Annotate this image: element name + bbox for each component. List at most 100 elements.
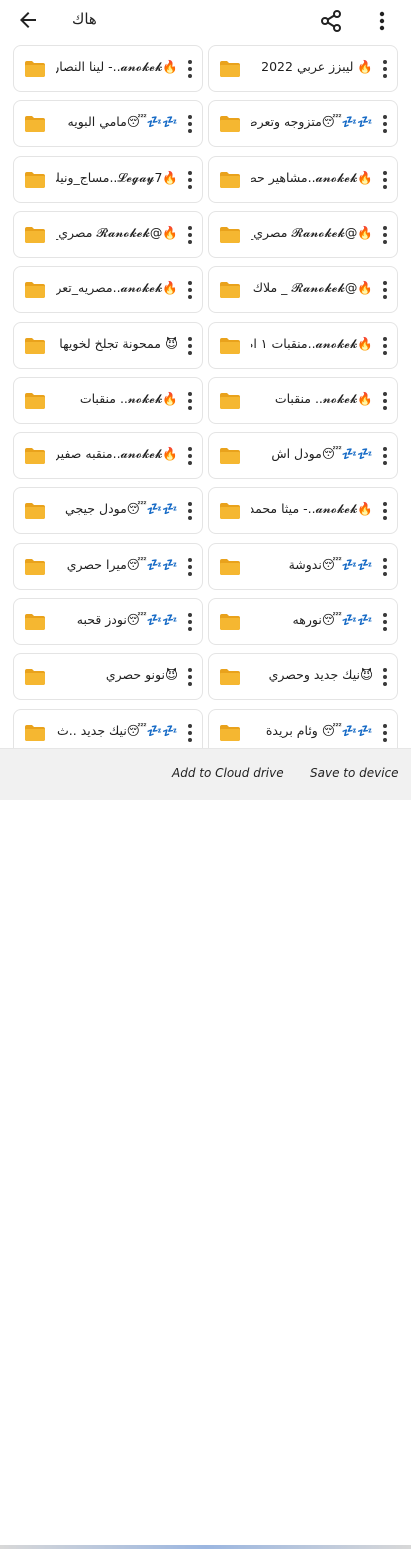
folder-more-options-icon[interactable]	[182, 554, 198, 580]
dot	[383, 668, 387, 673]
dot	[383, 682, 387, 687]
folder-more-options-icon[interactable]	[182, 664, 198, 690]
folder-icon	[220, 669, 240, 686]
folder-icon	[220, 558, 240, 575]
dot	[383, 447, 387, 452]
folder-icon	[25, 337, 45, 354]
dot	[383, 502, 387, 507]
folder-icon	[220, 116, 240, 133]
folder-item[interactable]: 😈نيك جديد وحصري	[208, 653, 398, 701]
folder-item[interactable]: 🔥𝓪𝓷𝓸𝓴𝓮𝓴..مشاهير حص	[208, 155, 398, 203]
dot	[188, 391, 192, 396]
folder-more-options-icon[interactable]	[377, 388, 393, 414]
folder-more-options-icon[interactable]	[377, 720, 393, 746]
folder-item[interactable]: 💤💤😴مودل جيجي	[13, 487, 203, 535]
folder-item[interactable]: 🔥𝓪𝓷𝓸𝓴𝓮𝓴..منقبات ١ ام	[208, 321, 398, 369]
folder-more-options-icon[interactable]	[182, 167, 198, 193]
dot	[383, 509, 387, 514]
folder-grid: 🔥 ليبزز عربي 2022 🔥𝓪𝓷𝓸𝓴𝓮𝓴..- لينا النصار 💤…	[0, 42, 411, 748]
folder-item[interactable]: 💤💤😴نودز قحبه	[13, 598, 203, 645]
folder-more-options-icon[interactable]	[182, 498, 198, 524]
folder-more-options-icon[interactable]	[377, 333, 393, 359]
folder-more-options-icon[interactable]	[182, 609, 198, 635]
folder-more-options-icon[interactable]	[377, 609, 393, 635]
folder-item[interactable]: 🔥𝓛𝓮𝓰𝓪𝔂7..مساج_ونيك	[13, 155, 203, 203]
folder-item[interactable]: 💤💤😴ندوشة	[208, 542, 398, 590]
folder-item[interactable]: 😈نونو حصري	[13, 653, 203, 701]
folder-more-options-icon[interactable]	[377, 443, 393, 469]
folder-icon	[25, 61, 45, 77]
folder-item[interactable]: 💤💤😴متزوجه وتعرض	[208, 100, 398, 148]
folder-more-options-icon[interactable]	[377, 498, 393, 524]
dot	[383, 461, 387, 466]
dot	[188, 675, 192, 680]
folder-icon	[220, 171, 240, 188]
folder-item[interactable]: 🔥@𝓡𝓪𝓷𝓸𝓴𝓮𝓴 مصري_٣	[208, 210, 398, 258]
folder-more-options-icon[interactable]	[377, 167, 393, 193]
folder-label: 🔥𝓛𝓮𝓰𝓪𝔂7..مساج_ونيك	[56, 169, 178, 185]
dot	[383, 675, 387, 680]
dot	[383, 627, 387, 631]
dot	[383, 620, 387, 624]
folder-item[interactable]: 💤💤😴مامي البويه	[13, 100, 203, 148]
folder-more-options-icon[interactable]	[182, 333, 198, 359]
folder-item[interactable]: 💤💤😴نيك جديد ..ث	[13, 708, 203, 748]
folder-item[interactable]: 😈 ممحونة تجلخ لخويها	[13, 321, 203, 369]
folder-item[interactable]: 🔥 ليبزز عربي 2022	[208, 45, 398, 92]
folder-item[interactable]: 🔥𝓪𝓷𝓸𝓴𝓮𝓴..مصريه_تعر	[13, 266, 203, 314]
folder-item[interactable]: 💤💤😴نورهه	[208, 598, 398, 645]
folder-item[interactable]: 💤💤😴 وئام بريدة	[208, 708, 398, 748]
folder-more-options-icon[interactable]	[182, 222, 198, 248]
folder-more-options-icon[interactable]	[377, 56, 393, 82]
folder-label: 🔥 ليبزز عربي 2022	[261, 59, 373, 74]
folder-label: 🔥𝓪𝓷𝓸𝓴𝓮𝓴..منقبه صفيره	[56, 446, 178, 462]
folder-label: 💤💤😴متزوجه وتعرض	[251, 114, 373, 130]
folder-item[interactable]: 🔥𝓪𝓷𝓸𝓴𝓮𝓴..منقبه صفيره	[13, 432, 203, 480]
share-icon	[321, 10, 341, 32]
dot	[188, 502, 192, 507]
folder-item[interactable]: 🔥@𝓡𝓪𝓷𝓸𝓴𝓮𝓴 مصري_٢	[13, 210, 203, 258]
folder-more-options-icon[interactable]	[182, 56, 198, 82]
back-arrow-icon	[20, 12, 36, 28]
folder-more-options-icon[interactable]	[377, 664, 393, 690]
folder-item[interactable]: 🔥𝓪𝓷𝓸𝓴𝓮𝓴..- لينا النصار	[13, 45, 203, 92]
folder-label: 💤💤😴نيك جديد ..ث	[57, 722, 178, 738]
folder-item[interactable]: 💤💤😴مودل اش	[208, 432, 398, 480]
dot	[383, 737, 387, 742]
folder-more-options-icon[interactable]	[377, 277, 393, 303]
dot	[188, 737, 192, 742]
folder-icon	[25, 503, 45, 520]
folder-more-options-icon[interactable]	[182, 720, 198, 746]
folder-more-options-icon[interactable]	[377, 111, 393, 137]
dot	[188, 405, 192, 410]
dot	[188, 564, 192, 569]
dot	[383, 170, 387, 175]
share-button[interactable]	[316, 6, 346, 36]
dot	[188, 447, 192, 452]
dot	[188, 682, 192, 687]
folder-more-options-icon[interactable]	[182, 388, 198, 414]
dot	[188, 516, 192, 521]
bottom-edge	[0, 1545, 411, 1549]
folder-item[interactable]: 🔥𝓷𝓸𝓴𝓮𝓴.. منقبات	[208, 376, 398, 424]
dot	[188, 122, 192, 127]
folder-more-options-icon[interactable]	[182, 443, 198, 469]
dot	[188, 225, 192, 230]
folder-icon	[25, 614, 45, 630]
more-options-button[interactable]	[370, 6, 394, 36]
folder-item[interactable]: 💤💤😴ميرا حصري	[13, 542, 203, 590]
dot	[188, 627, 192, 631]
folder-more-options-icon[interactable]	[182, 277, 198, 303]
folder-item[interactable]: 🔥@𝓡𝓪𝓷𝓸𝓴𝓮𝓴 _ ملاك	[208, 266, 398, 314]
back-button[interactable]	[12, 6, 44, 34]
folder-more-options-icon[interactable]	[377, 554, 393, 580]
add-to-cloud-drive-button[interactable]: Add to Cloud drive	[172, 766, 284, 780]
folder-item[interactable]: 🔥𝓪𝓷𝓸𝓴𝓮𝓴..- ميثا محمد	[208, 487, 398, 535]
folder-item[interactable]: 🔥𝓷𝓸𝓴𝓮𝓴.. منقبات	[13, 376, 203, 424]
dot	[383, 557, 387, 562]
folder-more-options-icon[interactable]	[182, 111, 198, 137]
dot	[383, 177, 387, 182]
folder-more-options-icon[interactable]	[377, 222, 393, 248]
folder-icon	[25, 392, 45, 409]
save-to-device-button[interactable]: Save to device	[310, 766, 399, 780]
